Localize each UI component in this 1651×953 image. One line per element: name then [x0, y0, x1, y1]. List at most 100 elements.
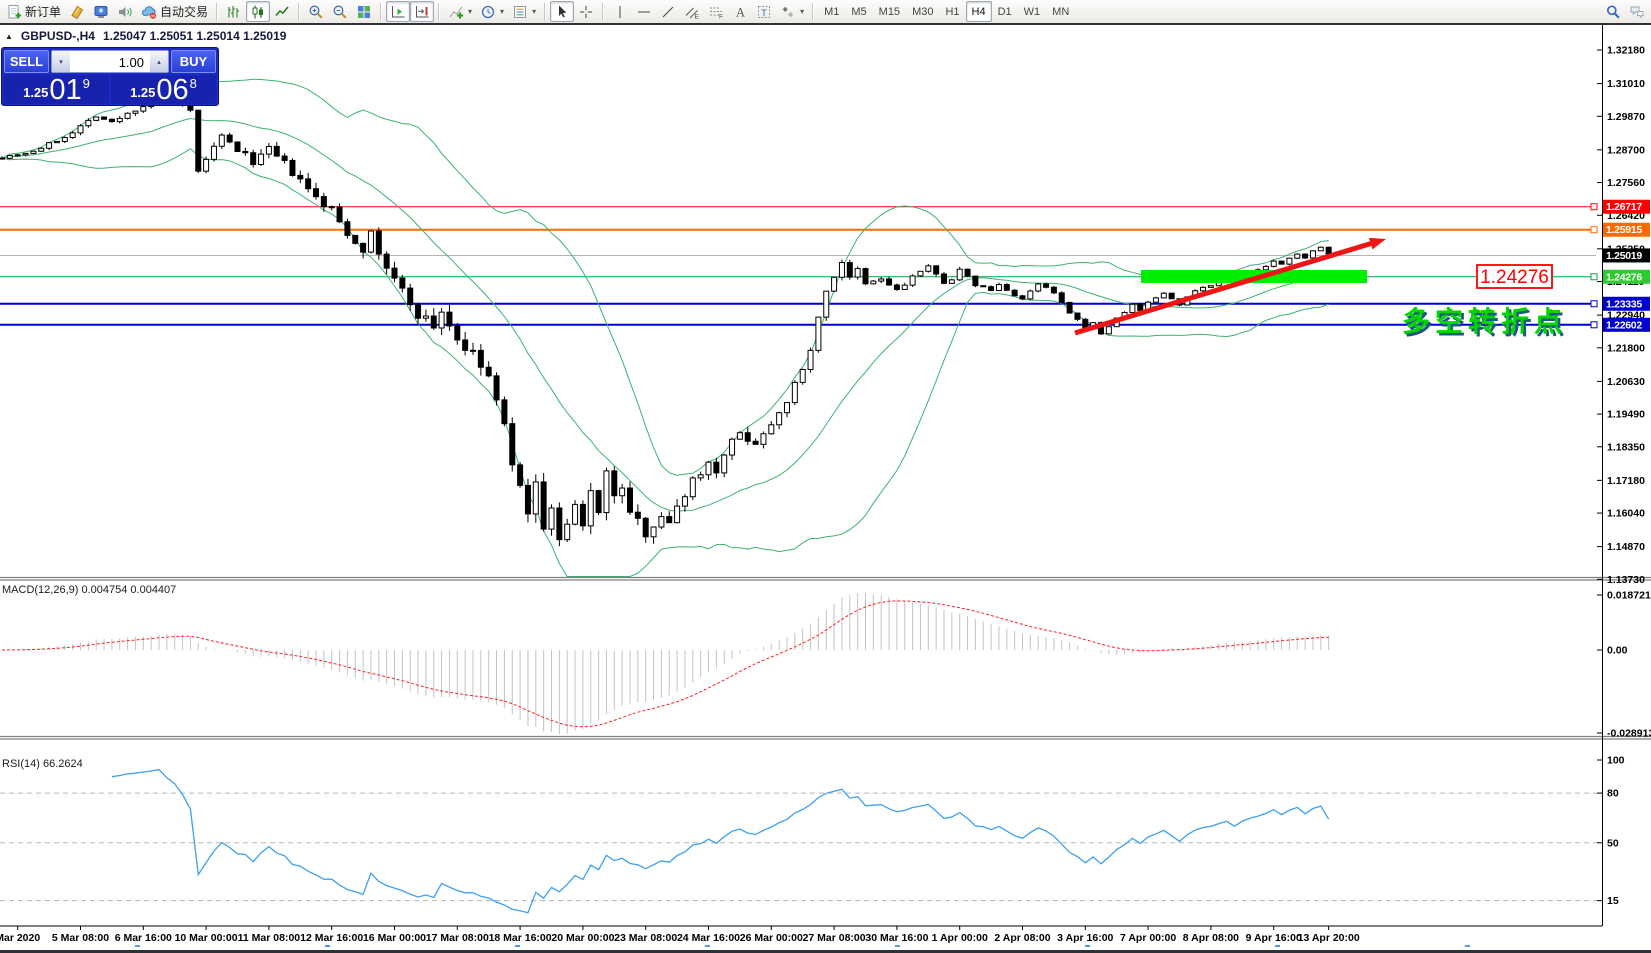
new-order-button-label: 新订单 [25, 3, 61, 20]
volume-increase-button[interactable]: ▴ [150, 51, 168, 72]
bar-chart-button[interactable] [222, 1, 246, 22]
one-click-trading-panel: SELL ▾ 1.00 ▴ BUY 1.25 01 9 1.25 06 8 [1, 47, 219, 106]
buy-price[interactable]: 1.25 06 8 [111, 75, 216, 104]
buy-price-main: 06 [156, 78, 188, 103]
autotrading-button-label: 自动交易 [160, 3, 208, 20]
indicators-icon [448, 4, 464, 20]
svg-text:0.018721: 0.018721 [1607, 590, 1651, 602]
indicators-button-dropdown-icon[interactable]: ▾ [468, 7, 472, 16]
channel-icon: E [684, 4, 700, 20]
text-label-button[interactable]: T [752, 1, 776, 22]
toolbar-separator [602, 3, 604, 21]
svg-text:50: 50 [1607, 837, 1619, 849]
fibonacci-button[interactable]: F [704, 1, 728, 22]
svg-text:F: F [719, 13, 723, 20]
ohlc-values: 1.25047 1.25051 1.25014 1.25019 [103, 29, 287, 43]
buy-button[interactable]: BUY [171, 50, 216, 73]
channel-button[interactable]: E [680, 1, 704, 22]
zoom-in-button[interactable] [304, 1, 328, 22]
svg-text:9 Apr 16:00: 9 Apr 16:00 [1246, 932, 1302, 944]
svg-text:1.25915: 1.25915 [1606, 224, 1642, 236]
timeframe-w1[interactable]: W1 [1018, 1, 1047, 22]
svg-text:Mar 2020: Mar 2020 [0, 932, 40, 944]
search-button[interactable] [1601, 1, 1625, 22]
timeframe-m5[interactable]: M5 [845, 1, 872, 22]
volume-decrease-button[interactable]: ▾ [52, 51, 70, 72]
autotrading-button[interactable]: 自动交易 [137, 1, 212, 22]
svg-text:26 Mar 00:00: 26 Mar 00:00 [740, 932, 803, 944]
timeframe-m1[interactable]: M1 [818, 1, 845, 22]
timeframe-m30[interactable]: M30 [906, 1, 939, 22]
chart-title: ▲ GBPUSD-,H4 1.25047 1.25051 1.25014 1.2… [5, 29, 286, 43]
svg-text:1.19490: 1.19490 [1607, 409, 1645, 421]
svg-text:1.16040: 1.16040 [1607, 508, 1645, 520]
pane-frame [0, 25, 1651, 953]
timeframe-h1[interactable]: H1 [939, 1, 965, 22]
volume-field[interactable]: 1.00 [70, 51, 150, 72]
periods-button-dropdown-icon[interactable]: ▾ [500, 7, 504, 16]
market-button[interactable] [89, 1, 113, 22]
speaker-icon [117, 4, 133, 20]
tile-windows-button[interactable] [352, 1, 376, 22]
zoom-in-icon [308, 4, 324, 20]
indicators-button[interactable]: ▾ [444, 1, 476, 22]
auto-scroll-button[interactable] [386, 1, 410, 22]
cursor-button[interactable] [550, 1, 574, 22]
horizontal-line-button[interactable] [632, 1, 656, 22]
timeframe-h4[interactable]: H4 [966, 1, 992, 22]
zoom-out-button[interactable] [328, 1, 352, 22]
price-axis[interactable]: 1.321801.310101.298701.287001.275601.264… [1597, 45, 1650, 586]
line-chart-button[interactable] [270, 1, 294, 22]
arrows-button[interactable]: ▾ [776, 1, 808, 22]
signals-button[interactable] [113, 1, 137, 22]
svg-text:1.23335: 1.23335 [1606, 298, 1642, 310]
svg-text:24 Mar 16:00: 24 Mar 16:00 [677, 932, 740, 944]
doc-plus-icon [6, 4, 22, 20]
sell-button[interactable]: SELL [4, 50, 49, 73]
collapse-panel-icon[interactable]: ▲ [5, 32, 13, 41]
svg-text:8 Apr 08:00: 8 Apr 08:00 [1183, 932, 1239, 944]
svg-text:7 Apr 00:00: 7 Apr 00:00 [1120, 932, 1176, 944]
textA-icon: A [732, 4, 748, 20]
svg-text:1.26717: 1.26717 [1606, 201, 1642, 213]
chat-button[interactable] [1625, 1, 1649, 22]
svg-text:1.21800: 1.21800 [1607, 342, 1645, 354]
indicator-axis[interactable]: 0.0187210.00-0.028913100805015 [1597, 590, 1651, 908]
timeframe-mn[interactable]: MN [1046, 1, 1075, 22]
crosshair-button[interactable] [574, 1, 598, 22]
trend-arrow-head [1369, 238, 1386, 249]
metaeditor-button[interactable] [65, 1, 89, 22]
tline-icon [660, 4, 676, 20]
blue-monitor-icon [93, 4, 109, 20]
time-axis[interactable]: Mar 20205 Mar 08:006 Mar 16:0010 Mar 00:… [0, 926, 1470, 947]
sell-price[interactable]: 1.25 01 9 [4, 75, 109, 104]
chart-canvas[interactable]: 1.321801.310101.298701.287001.275601.264… [0, 25, 1651, 953]
templates-button[interactable]: ▾ [508, 1, 540, 22]
timeframe-m15[interactable]: M15 [873, 1, 906, 22]
svg-text:20 Mar 00:00: 20 Mar 00:00 [551, 932, 614, 944]
periods-button[interactable]: ▾ [476, 1, 508, 22]
candlestick-button[interactable] [246, 1, 270, 22]
svg-text:1.13730: 1.13730 [1607, 574, 1645, 586]
arrows-button-dropdown-icon[interactable]: ▾ [800, 7, 804, 16]
vertical-line-button[interactable] [608, 1, 632, 22]
svg-text:10 Mar 00:00: 10 Mar 00:00 [175, 932, 238, 944]
symbol-period-label: GBPUSD-,H4 [21, 29, 95, 43]
cursor-icon [554, 4, 570, 20]
trendline-button[interactable] [656, 1, 680, 22]
templates-button-dropdown-icon[interactable]: ▾ [532, 7, 536, 16]
svg-text:1.18350: 1.18350 [1607, 441, 1645, 453]
svg-text:1 Apr 00:00: 1 Apr 00:00 [932, 932, 988, 944]
svg-text:12 Mar 16:00: 12 Mar 16:00 [300, 932, 363, 944]
new-order-button[interactable]: 新订单 [2, 1, 65, 22]
macd-pane [2, 593, 1329, 734]
price-level-lines[interactable] [0, 204, 1597, 328]
chart-shift-button[interactable] [410, 1, 434, 22]
timeframe-d1[interactable]: D1 [992, 1, 1018, 22]
text-button[interactable]: A [728, 1, 752, 22]
sell-price-pip: 9 [83, 78, 90, 90]
cn-annotation-text: 多空转折点 [1402, 305, 1567, 337]
svg-text:13 Apr 20:00: 13 Apr 20:00 [1298, 932, 1360, 944]
autoscroll-icon [390, 4, 406, 20]
sell-price-prefix: 1.25 [23, 85, 48, 100]
